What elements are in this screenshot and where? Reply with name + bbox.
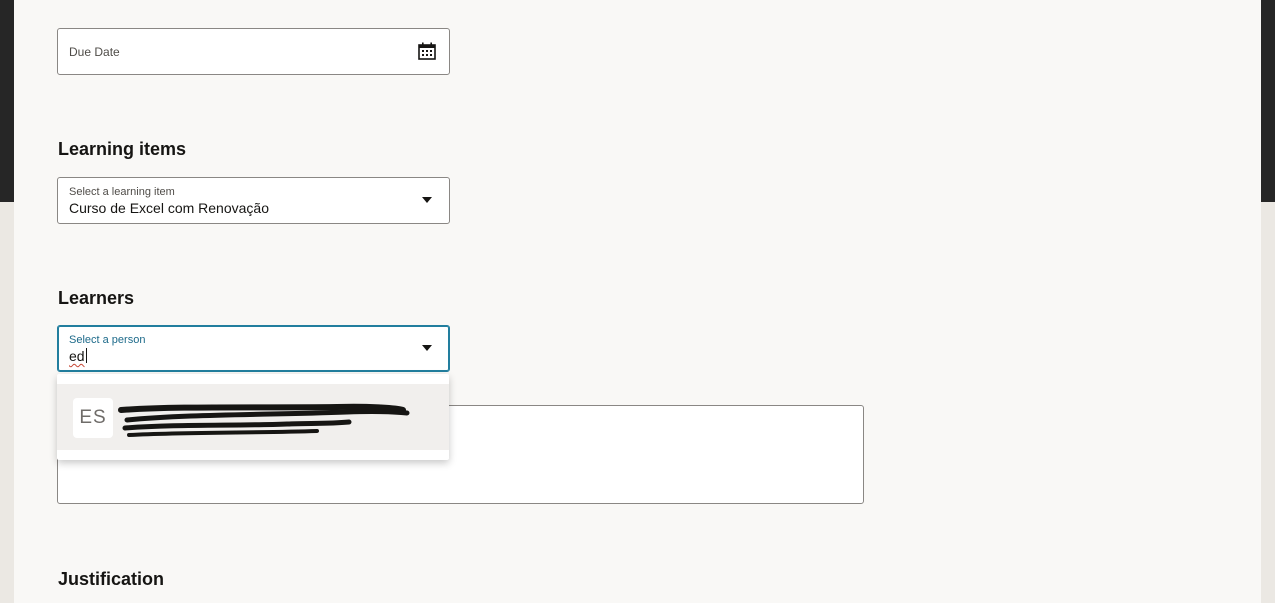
person-results-dropdown: ES: [57, 374, 449, 460]
learning-item-select[interactable]: Select a learning item Curso de Excel co…: [57, 177, 450, 224]
justification-heading: Justification: [58, 569, 165, 589]
learner-person-select[interactable]: Select a person ed: [57, 325, 450, 372]
chevron-down-icon[interactable]: [422, 197, 432, 203]
due-date-label: Due Date: [69, 45, 120, 59]
calendar-icon[interactable]: [417, 41, 437, 61]
due-date-field[interactable]: Due Date: [57, 28, 450, 75]
person-search-input[interactable]: ed: [69, 348, 87, 364]
form-panel: [14, 0, 1261, 603]
learning-item-value: Curso de Excel com Renovação: [69, 200, 269, 216]
person-result-option[interactable]: ES: [57, 384, 449, 450]
text-caret: [85, 348, 87, 363]
learners-heading: Learners: [58, 288, 135, 308]
learning-item-select-label: Select a learning item: [69, 186, 175, 198]
avatar: ES: [73, 398, 113, 438]
redacted-name: [118, 403, 410, 437]
learning-items-heading: Learning items: [58, 139, 187, 159]
person-search-text: ed: [69, 348, 85, 364]
person-select-label: Select a person: [69, 334, 146, 346]
chevron-down-icon[interactable]: [422, 345, 432, 351]
